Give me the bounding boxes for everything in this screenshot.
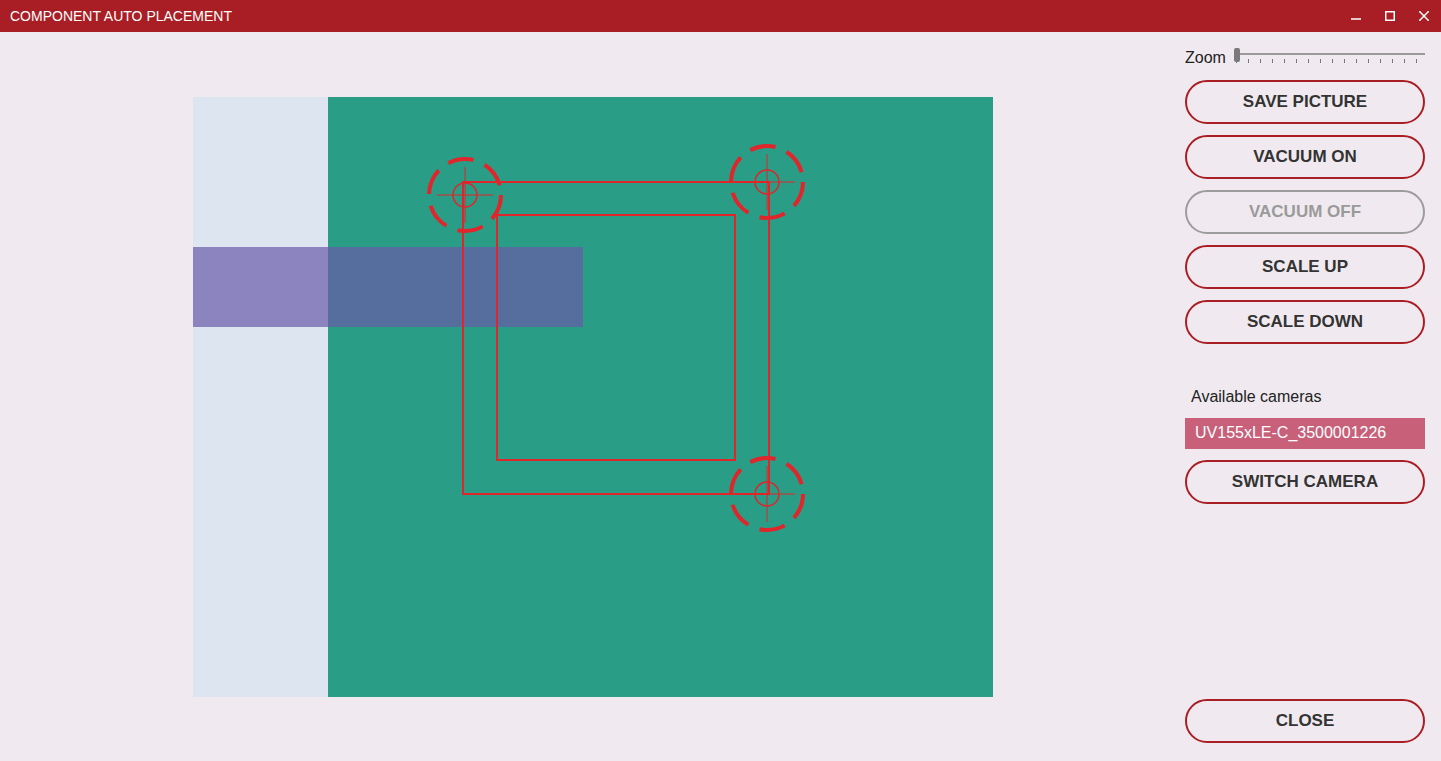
minimize-button[interactable] (1339, 0, 1373, 32)
action-button[interactable]: SCALE UP (1185, 245, 1425, 289)
action-button[interactable]: VACUUM OFF (1185, 190, 1425, 234)
camera-item[interactable]: UV155xLE-C_3500001226 (1185, 418, 1425, 449)
action-button[interactable]: SCALE DOWN (1185, 300, 1425, 344)
action-button[interactable]: SAVE PICTURE (1185, 80, 1425, 124)
maximize-icon (1385, 11, 1395, 21)
reticle-icon (731, 458, 803, 530)
reticle-icon (429, 159, 501, 231)
zoom-slider[interactable] (1234, 48, 1425, 68)
cameras-label: Available cameras (1191, 388, 1425, 406)
action-button[interactable]: VACUUM ON (1185, 135, 1425, 179)
reticle-icon (731, 146, 803, 218)
close-icon (1419, 11, 1429, 21)
control-panel: Zoom SAVE PICTURE VACUUM ON VACUUM OFF SCALE… (1185, 32, 1425, 761)
window-title: COMPONENT AUTO PLACEMENT (10, 8, 1339, 24)
zoom-row: Zoom (1185, 47, 1425, 69)
close-button[interactable]: CLOSE (1185, 699, 1425, 743)
zoom-label: Zoom (1185, 49, 1226, 67)
switch-camera-button[interactable]: SWITCH CAMERA (1185, 460, 1425, 504)
camera-area (0, 32, 1185, 761)
title-bar: COMPONENT AUTO PLACEMENT (0, 0, 1441, 32)
close-window-button[interactable] (1407, 0, 1441, 32)
component-auto-placement-window: COMPONENT AUTO PLACEMENT Zoom SAVE PICTURE… (0, 0, 1441, 761)
minimize-icon (1351, 11, 1361, 21)
zoom-thumb[interactable] (1234, 48, 1240, 62)
maximize-button[interactable] (1373, 0, 1407, 32)
camera-feed (193, 97, 993, 697)
